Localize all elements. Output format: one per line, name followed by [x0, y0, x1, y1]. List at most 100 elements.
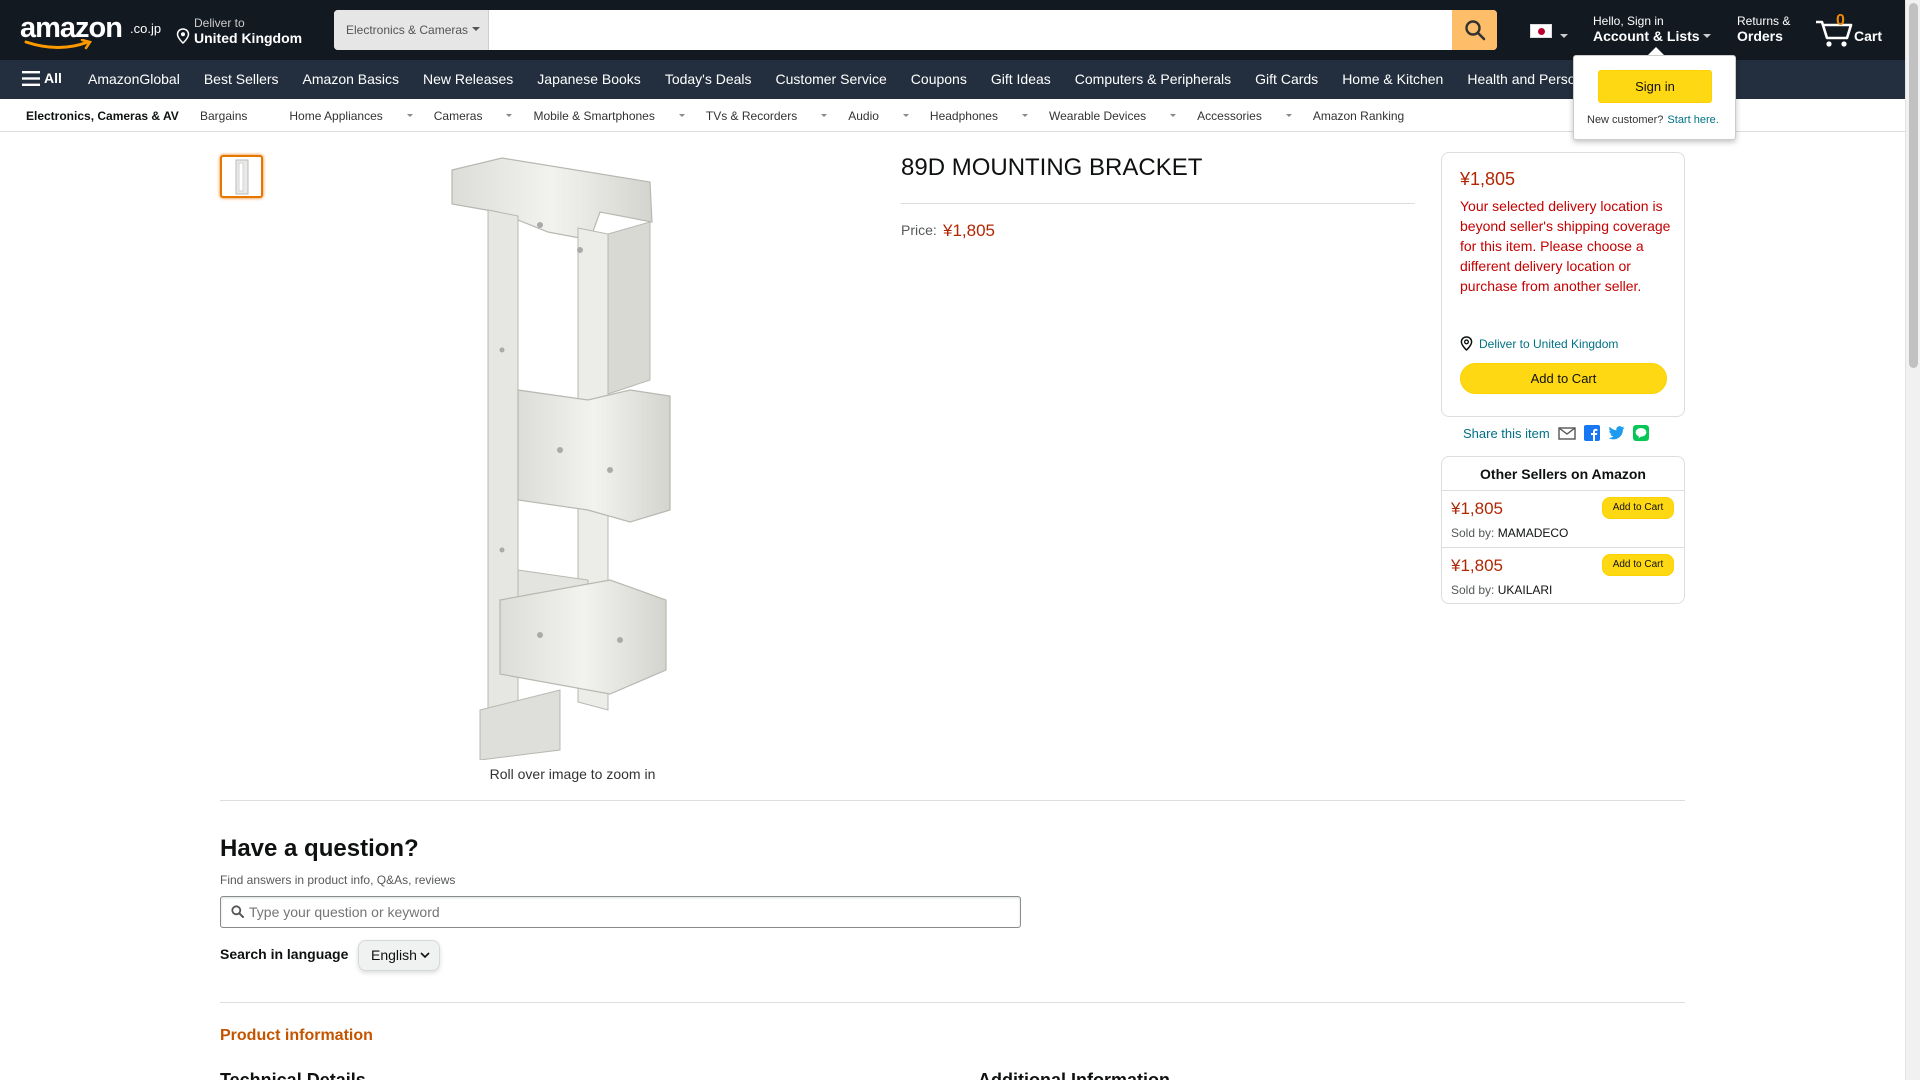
returns-line2: Orders — [1737, 28, 1783, 44]
search-icon — [1464, 20, 1485, 41]
location-pin-icon — [1460, 336, 1473, 351]
category-label: Mobile & Smartphones — [533, 109, 655, 123]
location-pin-icon — [176, 28, 190, 44]
signin-button[interactable]: Sign in — [1598, 70, 1712, 103]
returns-line1: Returns & — [1737, 14, 1791, 28]
category-label: Home Appliances — [289, 109, 383, 123]
search-button[interactable] — [1452, 10, 1497, 50]
question-title: Have a question? — [220, 835, 419, 862]
line-icon[interactable] — [1632, 425, 1649, 441]
logo-smile-icon — [24, 39, 93, 50]
top-nav-bar: amazon .co.jp Deliver to United Kingdom … — [0, 0, 1905, 60]
product-main-image[interactable] — [440, 150, 705, 760]
chevron-down-icon — [472, 27, 481, 35]
nav-item-todays-deals[interactable]: Today's Deals — [665, 71, 752, 87]
seller-add-to-cart-button[interactable]: Add to Cart — [1602, 554, 1674, 576]
category-audio[interactable]: Audio — [848, 109, 909, 123]
category-label: Audio — [848, 109, 879, 123]
nav-item-amazonglobal[interactable]: AmazonGlobal — [88, 71, 180, 87]
language-select-value: English — [371, 947, 417, 963]
category-cameras[interactable]: Cameras — [434, 109, 513, 123]
chevron-down-icon — [902, 114, 909, 120]
category-label: Accessories — [1197, 109, 1262, 123]
category-mobile[interactable]: Mobile & Smartphones — [533, 109, 685, 123]
nav-item-gift-cards[interactable]: Gift Cards — [1255, 71, 1318, 87]
language-select[interactable]: English — [358, 940, 440, 971]
category-label: Cameras — [433, 109, 483, 123]
email-icon[interactable] — [1558, 426, 1576, 440]
category-label: Headphones — [929, 109, 998, 123]
chevron-down-icon — [678, 114, 685, 120]
category-bargains[interactable]: Bargains — [200, 109, 268, 123]
deliver-to-link[interactable]: Deliver to United Kingdom — [1460, 336, 1618, 351]
question-search-input[interactable] — [249, 897, 1009, 927]
cart-label: Cart — [1854, 28, 1883, 44]
category-accessories[interactable]: Accessories — [1197, 109, 1292, 123]
divider — [220, 800, 1685, 801]
category-home-appliances[interactable]: Home Appliances — [289, 109, 413, 123]
returns-orders-link[interactable]: Returns & Orders — [1737, 14, 1790, 44]
search-icon — [231, 905, 244, 918]
facebook-icon[interactable] — [1583, 425, 1600, 441]
all-menu-button[interactable]: All — [22, 70, 62, 86]
category-wearables[interactable]: Wearable Devices — [1048, 109, 1177, 123]
category-tvs[interactable]: TVs & Recorders — [705, 109, 828, 123]
chevron-down-icon — [420, 952, 430, 959]
price-label: Price: — [901, 222, 937, 238]
start-here-link[interactable]: Start here. — [1667, 114, 1718, 126]
category-nav-title[interactable]: Electronics, Cameras & AV — [26, 109, 179, 123]
zoom-hint: Roll over image to zoom in — [489, 766, 656, 782]
product-thumbnail-image — [235, 159, 248, 194]
cart-link[interactable]: 0 Cart — [1812, 10, 1887, 50]
nav-item-customer-service[interactable]: Customer Service — [776, 71, 887, 87]
category-headphones[interactable]: Headphones — [930, 109, 1028, 123]
additional-information-heading: Additional Information — [978, 1070, 1170, 1080]
scrollbar-thumb[interactable] — [1909, 3, 1918, 368]
nav-item-japanese-books[interactable]: Japanese Books — [537, 71, 641, 87]
nav-item-amazon-basics[interactable]: Amazon Basics — [303, 71, 399, 87]
search-department-select[interactable]: Electronics & Cameras — [334, 10, 489, 50]
page-scrollbar[interactable] — [1905, 0, 1920, 1080]
account-label: Account & Lists — [1593, 28, 1700, 44]
nav-item-home-kitchen[interactable]: Home & Kitchen — [1342, 71, 1443, 87]
seller-name[interactable]: UKAILARI — [1498, 583, 1553, 597]
category-ranking[interactable]: Amazon Ranking — [1313, 109, 1425, 123]
chevron-down-icon — [1560, 34, 1568, 42]
share-label: Share this item — [1463, 425, 1550, 441]
divider — [901, 203, 1415, 204]
product-information-heading: Product information — [220, 1027, 373, 1044]
seller-add-to-cart-button[interactable]: Add to Cart — [1602, 497, 1674, 519]
all-menu-label: All — [44, 70, 62, 86]
account-lists-menu[interactable]: Hello, Sign in Account & Lists — [1593, 14, 1711, 44]
add-to-cart-button[interactable]: Add to Cart — [1460, 363, 1667, 394]
nav-item-best-sellers[interactable]: Best Sellers — [204, 71, 279, 87]
account-greeting: Hello, Sign in — [1593, 14, 1664, 28]
japan-flag-icon[interactable] — [1530, 24, 1552, 38]
category-label: TVs & Recorders — [705, 109, 798, 123]
sold-by-label: Sold by: — [1451, 583, 1495, 597]
logo-tld: .co.jp — [130, 21, 162, 36]
amazon-logo[interactable]: amazon .co.jp — [20, 12, 162, 52]
search-department-label: Electronics & Cameras — [346, 23, 469, 37]
nav-item-gift-ideas[interactable]: Gift Ideas — [991, 71, 1051, 87]
search-input[interactable] — [490, 10, 1452, 50]
chevron-down-icon — [506, 114, 513, 120]
category-label: Bargains — [200, 109, 248, 123]
question-subtitle: Find answers in product info, Q&As, revi… — [220, 873, 456, 887]
category-label: Wearable Devices — [1048, 109, 1147, 123]
chevron-down-icon — [1702, 34, 1711, 42]
technical-details-heading: Technical Details — [220, 1070, 366, 1080]
twitter-icon[interactable] — [1608, 426, 1625, 440]
product-thumbnail[interactable] — [220, 155, 263, 198]
search-language-label: Search in language — [220, 946, 349, 962]
seller-name[interactable]: MAMADECO — [1498, 526, 1569, 540]
seller-price: ¥1,805 — [1451, 499, 1503, 518]
share-row: Share this item — [1463, 425, 1649, 441]
nav-item-coupons[interactable]: Coupons — [911, 71, 967, 87]
nav-item-new-releases[interactable]: New Releases — [423, 71, 513, 87]
category-label: Amazon Ranking — [1312, 109, 1405, 123]
seller-offer: ¥1,805 Sold by: MAMADECO Add to Cart — [1442, 491, 1684, 548]
cart-icon — [1816, 20, 1853, 47]
chevron-down-icon — [406, 114, 413, 120]
nav-item-computers[interactable]: Computers & Peripherals — [1075, 71, 1231, 87]
